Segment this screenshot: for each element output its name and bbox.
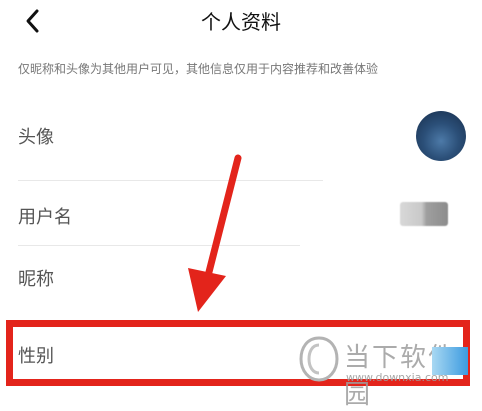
blurred-corner	[432, 347, 468, 375]
watermark-logo-icon	[299, 336, 339, 382]
